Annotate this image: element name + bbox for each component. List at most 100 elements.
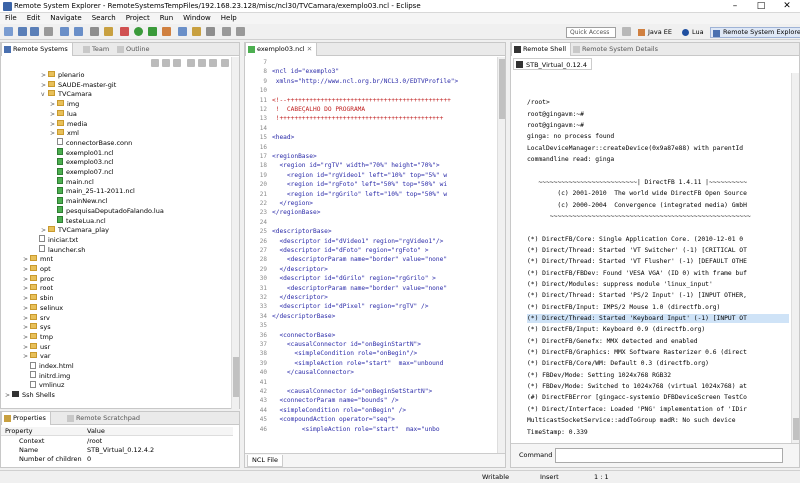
close-tab-icon[interactable]: ✕	[307, 45, 312, 53]
collapsed-icon[interactable]: >	[5, 391, 12, 401]
tab-ncl-file[interactable]: NCL File	[247, 455, 283, 467]
print-icon[interactable]	[44, 27, 53, 36]
search-icon[interactable]	[206, 27, 215, 36]
tree-item[interactable]: > mnt	[23, 254, 53, 264]
run-icon[interactable]	[134, 27, 143, 36]
open-perspective-icon[interactable]	[622, 27, 631, 36]
new-project-icon[interactable]	[178, 27, 187, 36]
new-icon[interactable]	[4, 27, 13, 36]
tree-item[interactable]: > var	[23, 351, 51, 361]
tree-item[interactable]: exemplo03.ncl	[50, 157, 114, 167]
tab-exemplo03[interactable]: exemplo03.ncl ✕	[245, 43, 318, 56]
minimize-button[interactable]: –	[722, 0, 748, 13]
tree-item[interactable]: > plenario	[41, 70, 85, 80]
table-row[interactable]: Context /root	[1, 437, 233, 446]
scrollbar-thumb[interactable]	[499, 59, 505, 119]
menu-file[interactable]: File	[0, 13, 22, 24]
tree-item[interactable]: > opt	[23, 264, 51, 274]
link-with-editor-icon[interactable]	[198, 59, 206, 67]
tree-item[interactable]: > sbin	[23, 293, 53, 303]
menu-search[interactable]: Search	[87, 13, 121, 24]
run-menu-icon[interactable]	[148, 27, 157, 36]
quick-access-input[interactable]: Quick Access	[566, 27, 616, 38]
tree-item[interactable]: > sys	[23, 322, 51, 332]
scrollbar-thumb[interactable]	[793, 418, 799, 440]
tab-stb-virtual[interactable]: STB_Virtual_0.12.4	[513, 58, 592, 70]
save-all-icon[interactable]	[30, 27, 39, 36]
table-row[interactable]: Number of children 0	[1, 455, 233, 464]
tree-item[interactable]: launcher.sh	[32, 245, 85, 255]
back-icon[interactable]	[222, 27, 231, 36]
tree-item[interactable]: > proc	[23, 274, 54, 284]
open-type-icon[interactable]	[192, 27, 201, 36]
tree-item[interactable]: > lua	[50, 109, 77, 119]
open-folder-icon[interactable]	[104, 27, 113, 36]
save-icon[interactable]	[18, 27, 27, 36]
refresh-icon[interactable]	[74, 27, 83, 36]
expanded-icon[interactable]: v	[41, 90, 48, 100]
tree-item[interactable]: initrd.img	[23, 371, 70, 381]
tab-remote-scratchpad[interactable]: Remote Scratchpad	[65, 412, 144, 425]
forward-icon[interactable]	[162, 59, 170, 67]
tree-item[interactable]: > TVCamara_play	[41, 225, 109, 235]
line-number: 33	[259, 303, 267, 311]
tree-item[interactable]: exemplo01.ncl	[50, 148, 114, 158]
tree-item[interactable]: > xml	[50, 128, 79, 138]
tab-remote-shell[interactable]: Remote Shell	[511, 43, 572, 56]
tree-item[interactable]: vmlinuz	[23, 380, 64, 390]
tree-item[interactable]: v TVCamara	[41, 89, 92, 99]
menu-edit[interactable]: Edit	[22, 13, 46, 24]
tree-item[interactable]: main_25-11-2011.ncl	[50, 186, 135, 196]
menu-navigate[interactable]: Navigate	[45, 13, 86, 24]
close-button[interactable]: ✕	[774, 0, 800, 13]
minimize-view-icon[interactable]	[221, 59, 229, 67]
tab-remote-systems[interactable]: Remote Systems	[1, 43, 73, 56]
tree-item[interactable]: > root	[23, 283, 53, 293]
external-tools-icon[interactable]	[162, 27, 171, 36]
tree-item[interactable]: > tmp	[23, 332, 53, 342]
perspective-java-ee[interactable]: Java EE	[636, 27, 675, 38]
scrollbar-thumb[interactable]	[233, 357, 239, 397]
tab-outline[interactable]: Outline	[115, 43, 154, 56]
tree-item[interactable]: > usr	[23, 342, 50, 352]
terminal-icon[interactable]	[90, 27, 99, 36]
table-row[interactable]: Name STB_Virtual_0.12.4.2	[1, 446, 233, 455]
code-line: xmlns="http://www.ncl.org.br/NCL3.0/EDTV…	[272, 77, 459, 85]
tree-item[interactable]: testeLua.ncl	[50, 216, 106, 226]
tab-team[interactable]: Team	[81, 43, 113, 56]
editor-scrollbar[interactable]	[497, 57, 505, 453]
tree-item[interactable]: > img	[50, 99, 79, 109]
collapse-all-icon[interactable]	[187, 59, 195, 67]
tree-item[interactable]: pesquisaDeputadoFalando.lua	[50, 206, 164, 216]
tree-item[interactable]: > selinux	[23, 303, 63, 313]
tree-item[interactable]: > Ssh Shells	[5, 390, 55, 400]
tree-item[interactable]: exemplo07.ncl	[50, 167, 114, 177]
tree-scrollbar[interactable]	[231, 57, 239, 409]
tab-remote-system-details[interactable]: Remote System Details	[571, 43, 662, 56]
tree-item[interactable]: > media	[50, 119, 87, 129]
tree-item[interactable]: main.ncl	[50, 177, 94, 187]
maximize-button[interactable]: □	[748, 0, 774, 13]
menu-run[interactable]: Run	[155, 13, 178, 24]
menu-window[interactable]: Window	[178, 13, 216, 24]
command-input[interactable]	[555, 448, 783, 463]
tree-item[interactable]: mainNew.ncl	[50, 196, 107, 206]
tree-item[interactable]: index.html	[23, 361, 74, 371]
tree-item[interactable]: connectorBase.conn	[50, 138, 132, 148]
up-icon[interactable]	[173, 59, 181, 67]
perspective-lua[interactable]: Lua	[680, 27, 707, 38]
shell-scrollbar[interactable]	[791, 73, 799, 443]
tree-item[interactable]: > SAUDE-master-git	[41, 80, 116, 90]
tree-item[interactable]: iniciar.txt	[32, 235, 78, 245]
tree-item[interactable]: > srv	[23, 313, 50, 323]
menu-project[interactable]: Project	[121, 13, 155, 24]
perspective-remote-system-explorer[interactable]: Remote System Explorer	[710, 27, 800, 38]
back-icon[interactable]	[151, 59, 159, 67]
debug-icon[interactable]	[120, 27, 129, 36]
tab-properties[interactable]: Properties	[1, 412, 51, 425]
remote-connection-icon[interactable]	[60, 27, 69, 36]
code-editor[interactable]: 7 8 <ncl id="exemplo3" 9 xmlns="http://www.…	[245, 58, 497, 453]
menu-help[interactable]: Help	[216, 13, 242, 24]
view-menu-icon[interactable]	[209, 59, 217, 67]
forward-icon[interactable]	[236, 27, 245, 36]
